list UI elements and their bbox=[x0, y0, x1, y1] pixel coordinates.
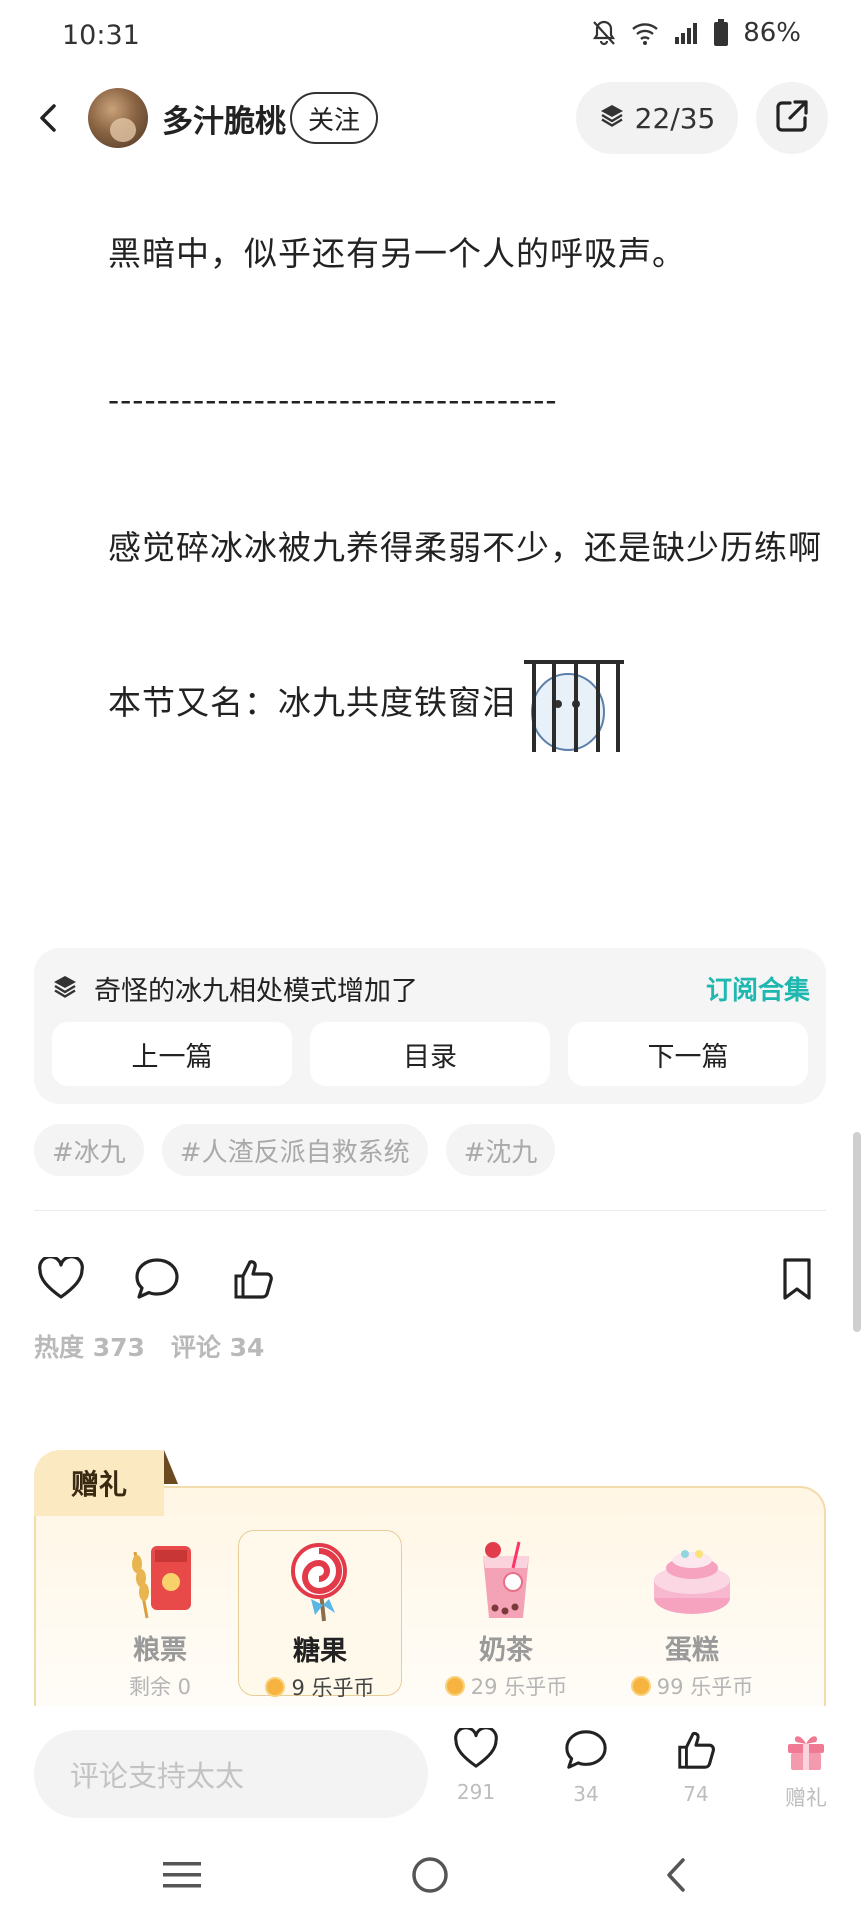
subscribe-collection-button[interactable]: 订阅合集 bbox=[706, 970, 810, 1007]
lollipop-icon bbox=[277, 1539, 363, 1625]
author-name[interactable]: 多汁脆桃 bbox=[162, 96, 286, 141]
tag-list: #冰九 #人渣反派自救系统 #沈九 bbox=[34, 1124, 556, 1176]
heart-icon bbox=[453, 1726, 499, 1774]
battery-level: 86% bbox=[743, 18, 801, 48]
comment-input[interactable]: 评论支持太太 bbox=[34, 1730, 428, 1818]
page-counter-pill[interactable]: 22/35 bbox=[576, 82, 738, 154]
milk-tea-icon bbox=[463, 1538, 549, 1624]
bookmark-icon[interactable] bbox=[770, 1252, 824, 1306]
coin-icon bbox=[630, 1676, 651, 1696]
comment-count: 34 bbox=[573, 1782, 599, 1806]
page-counter: 22/35 bbox=[634, 101, 716, 135]
next-post-button[interactable]: 下一篇 bbox=[568, 1022, 808, 1086]
post-stats: 热度 373 评论 34 bbox=[34, 1328, 264, 1364]
prev-post-button[interactable]: 上一篇 bbox=[52, 1022, 292, 1086]
cake-icon bbox=[649, 1538, 735, 1624]
gift-price-text: 99 乐乎币 bbox=[656, 1675, 754, 1699]
article-paragraph: 感觉碎冰冰被九养得柔弱不少，还是缺少历练啊 bbox=[34, 522, 824, 574]
system-nav-bar bbox=[0, 1830, 861, 1920]
gift-price-text: 29 乐乎币 bbox=[470, 1675, 568, 1699]
coin-icon bbox=[265, 1677, 286, 1697]
menu-icon[interactable] bbox=[152, 1850, 212, 1900]
gift-cake[interactable]: 蛋糕 99 乐乎币 bbox=[610, 1530, 774, 1699]
gift-price: 99 乐乎币 bbox=[610, 1671, 774, 1701]
gift-price: 29 乐乎币 bbox=[424, 1671, 588, 1701]
gift-price: 剩余 0 bbox=[78, 1671, 242, 1701]
post-actions bbox=[0, 1252, 861, 1306]
nav-back-icon[interactable] bbox=[646, 1850, 706, 1900]
wifi-icon bbox=[631, 21, 659, 45]
comment-icon bbox=[563, 1730, 609, 1776]
tag-item[interactable]: #沈九 bbox=[445, 1124, 556, 1176]
gift-name: 蛋糕 bbox=[665, 1635, 719, 1666]
gift-price: 9 乐乎币 bbox=[239, 1672, 401, 1702]
coin-icon bbox=[444, 1676, 465, 1696]
back-icon[interactable] bbox=[28, 98, 68, 138]
recommend-button[interactable]: 74 bbox=[656, 1728, 736, 1806]
article-paragraph: 黑暗中，似乎还有另一个人的呼吸声。 bbox=[34, 228, 824, 280]
tag-item[interactable]: #冰九 bbox=[34, 1124, 144, 1176]
layers-icon bbox=[599, 102, 625, 135]
scrollbar[interactable] bbox=[853, 1132, 861, 1332]
separator-text: ------------------------------------- bbox=[108, 380, 558, 419]
gift-label: 赠礼 bbox=[785, 1786, 827, 1810]
article-text-2: 感觉碎冰冰被九养得柔弱不少，还是缺少历练啊 bbox=[108, 528, 822, 567]
comment-button[interactable]: 34 bbox=[546, 1728, 626, 1806]
gift-tab-corner bbox=[164, 1450, 178, 1484]
collection-title[interactable]: 奇怪的冰九相处模式增加了 bbox=[94, 969, 706, 1008]
gift-name: 粮票 bbox=[133, 1635, 187, 1666]
sticker-image bbox=[518, 656, 628, 754]
layers-icon bbox=[52, 973, 78, 1003]
follow-button[interactable]: 关注 bbox=[290, 92, 378, 144]
share-icon bbox=[773, 97, 811, 139]
gift-icon bbox=[784, 1736, 828, 1776]
gift-button[interactable]: 赠礼 bbox=[766, 1728, 846, 1812]
like-button[interactable]: 291 bbox=[436, 1726, 516, 1804]
article-paragraph: 本节又名：冰九共度铁窗泪 bbox=[34, 656, 824, 754]
ration-ticket-icon bbox=[117, 1538, 203, 1624]
bottom-comment-bar: 评论支持太太 291 34 74 赠礼 bbox=[0, 1706, 861, 1830]
divider bbox=[34, 1210, 826, 1211]
thumbs-up-icon bbox=[674, 1731, 718, 1776]
bell-off-icon bbox=[591, 19, 617, 47]
share-button[interactable] bbox=[756, 82, 828, 154]
like-count: 291 bbox=[456, 1780, 496, 1804]
signal-icon bbox=[673, 21, 699, 45]
status-icons: 86% bbox=[591, 18, 801, 48]
home-icon[interactable] bbox=[400, 1850, 460, 1900]
comment-icon[interactable] bbox=[130, 1252, 184, 1306]
post-header: 多汁脆桃 关注 22/35 bbox=[0, 78, 861, 158]
collection-card: 奇怪的冰九相处模式增加了 订阅合集 上一篇 目录 下一篇 bbox=[34, 948, 826, 1104]
article-text-1: 黑暗中，似乎还有另一个人的呼吸声。 bbox=[108, 234, 686, 273]
battery-icon bbox=[713, 19, 729, 47]
article-separator: ------------------------------------- bbox=[34, 374, 824, 426]
author-avatar[interactable] bbox=[88, 88, 148, 148]
tag-item[interactable]: #人渣反派自救系统 bbox=[161, 1124, 428, 1176]
heart-icon[interactable] bbox=[34, 1252, 88, 1306]
table-of-contents-button[interactable]: 目录 bbox=[310, 1022, 550, 1086]
gift-candy[interactable]: 糖果 9 乐乎币 bbox=[238, 1530, 402, 1700]
status-time: 10:31 bbox=[62, 20, 140, 51]
gift-price-text: 剩余 0 bbox=[128, 1675, 192, 1699]
gift-ration-ticket[interactable]: 粮票 剩余 0 bbox=[78, 1530, 242, 1699]
gift-milk-tea[interactable]: 奶茶 29 乐乎币 bbox=[424, 1530, 588, 1699]
comment-stat[interactable]: 评论 34 bbox=[171, 1328, 265, 1364]
gift-name: 糖果 bbox=[293, 1636, 347, 1667]
gift-price-text: 9 乐乎币 bbox=[291, 1676, 375, 1700]
collection-title-row[interactable]: 奇怪的冰九相处模式增加了 订阅合集 bbox=[52, 964, 810, 1012]
recommend-count: 74 bbox=[683, 1782, 709, 1806]
heat-count: 热度 373 bbox=[34, 1333, 145, 1362]
gift-tab: 赠礼 bbox=[34, 1450, 164, 1516]
gift-name: 奶茶 bbox=[479, 1635, 533, 1666]
article-text-3: 本节又名：冰九共度铁窗泪 bbox=[108, 683, 516, 722]
thumbs-up-icon[interactable] bbox=[226, 1252, 280, 1306]
status-bar: 10:31 86% bbox=[0, 0, 861, 70]
